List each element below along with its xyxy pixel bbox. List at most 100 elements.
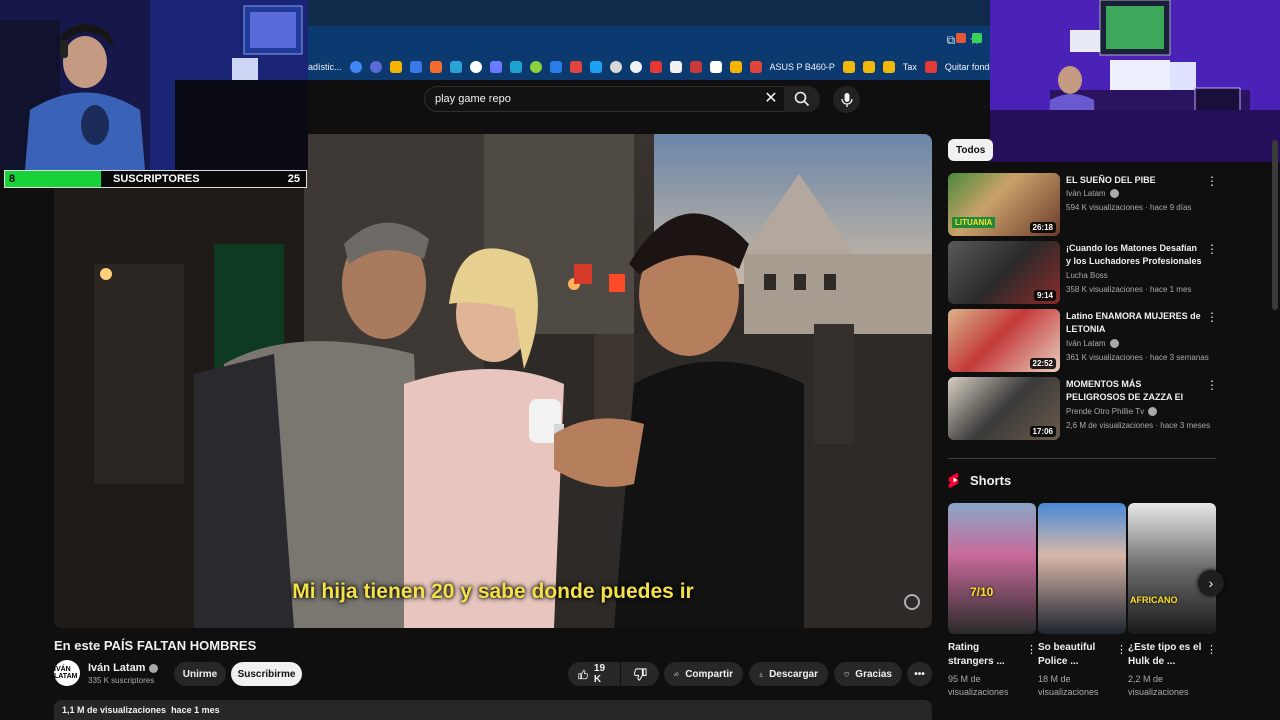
docs-icon[interactable] xyxy=(409,61,422,73)
more-vertical-icon[interactable]: ⋮ xyxy=(1206,311,1218,325)
bookmark-icon[interactable] xyxy=(589,61,602,73)
microphone-icon xyxy=(840,92,853,107)
more-vertical-icon[interactable]: ⋮ xyxy=(1206,379,1218,393)
scrollbar-thumb[interactable] xyxy=(1272,140,1278,310)
subscriber-goal-target: 25 xyxy=(287,173,300,185)
video-thumbnail[interactable]: 9:14 xyxy=(948,241,1060,304)
install-app-icon[interactable]: ⧉ xyxy=(947,33,956,48)
extension-icon[interactable] xyxy=(972,33,982,43)
bookmark-icon[interactable] xyxy=(369,61,382,73)
filter-chip-all[interactable]: Todos xyxy=(948,139,994,161)
google-icon[interactable] xyxy=(349,61,362,73)
dislike-button[interactable] xyxy=(621,662,659,686)
bookmark-icon[interactable] xyxy=(489,61,502,73)
more-actions-button[interactable]: ••• xyxy=(907,662,932,686)
voice-search-button[interactable] xyxy=(833,86,860,113)
search-input[interactable]: play game repo xyxy=(424,86,818,112)
share-label: Compartir xyxy=(685,668,733,680)
video-meta: 594 K visualizaciones · hace 9 días xyxy=(1066,203,1192,212)
download-button[interactable]: Descargar xyxy=(749,662,828,686)
more-vertical-icon[interactable]: ⋮ xyxy=(1206,243,1218,257)
search-query: play game repo xyxy=(435,93,511,105)
video-thumbnail[interactable]: LITUANIA 26:18 xyxy=(948,173,1060,236)
video-player[interactable]: Mi hija tienen 20 y sabe donde puedes ir xyxy=(54,134,932,628)
video-duration: 26:18 xyxy=(1029,222,1056,233)
bookmark-icon[interactable] xyxy=(469,61,482,73)
video-thumbnail[interactable]: 17:06 xyxy=(948,377,1060,440)
bookmark-icon[interactable] xyxy=(709,61,722,73)
shorts-next-button[interactable]: › xyxy=(1198,570,1224,596)
more-vertical-icon[interactable]: ⋮ xyxy=(1206,643,1217,656)
recommended-video[interactable]: 17:06 MOMENTOS MÁS PELIGROSOS DE ZAZZA E… xyxy=(948,377,1218,441)
subscriber-goal-label: SUSCRIPTORES xyxy=(113,173,200,185)
channel-name: Prende Otro Phillie Tv xyxy=(1066,407,1145,416)
bookmark-icon[interactable] xyxy=(549,61,562,73)
video-channel: Iván Latam xyxy=(1066,189,1119,199)
video-subtitle: Mi hija tienen 20 y sabe donde puedes ir xyxy=(292,580,694,603)
short-card[interactable]: 7/10 Rating strangers ... ⋮ 95 M de visu… xyxy=(948,503,1037,697)
short-overlay-text: 7/10 xyxy=(970,585,994,599)
recommended-video[interactable]: 9:14 ¡Cuando los Matones Desafían y los … xyxy=(948,241,1218,305)
bookmark-item[interactable]: ASUS P B460-P xyxy=(770,62,835,72)
extension-icon[interactable] xyxy=(956,33,966,43)
bookmark-icon[interactable] xyxy=(509,61,522,73)
channel-name-link[interactable]: Iván Latam xyxy=(88,662,159,674)
short-thumbnail[interactable]: AFRICANO xyxy=(1128,503,1216,634)
download-icon xyxy=(759,672,763,677)
bookmark-icon[interactable] xyxy=(609,61,622,73)
remove-bg-icon[interactable] xyxy=(924,61,937,73)
binance-icon[interactable] xyxy=(882,61,895,73)
share-button[interactable]: Compartir xyxy=(664,662,743,686)
bookmark-icon[interactable] xyxy=(669,61,682,73)
search-button[interactable] xyxy=(784,86,820,112)
bookmark-icon[interactable] xyxy=(529,61,542,73)
extension-icons xyxy=(956,33,986,47)
description-box[interactable]: 1,1 M de visualizaciones hace 1 mes xyxy=(54,700,932,720)
clear-search-icon[interactable]: ✕ xyxy=(762,88,780,110)
short-title: So beautiful Police ... xyxy=(1038,642,1096,667)
thanks-button[interactable]: Gracias xyxy=(834,662,902,686)
search-icon xyxy=(794,91,810,107)
video-title: EL SUEÑO DEL PIBE xyxy=(1066,175,1156,185)
share-icon xyxy=(674,671,680,677)
more-vertical-icon[interactable]: ⋮ xyxy=(1026,643,1037,656)
channel-watermark-icon[interactable] xyxy=(904,594,920,610)
short-thumbnail[interactable]: 7/10 xyxy=(948,503,1036,634)
like-button[interactable]: 19 K xyxy=(568,662,620,686)
video-duration: 17:06 xyxy=(1029,426,1056,437)
bookmark-icon[interactable] xyxy=(389,61,402,73)
binance-icon[interactable] xyxy=(862,61,875,73)
bookmark-icon[interactable] xyxy=(729,61,742,73)
short-overlay-text: AFRICANO xyxy=(1130,595,1178,605)
bookmark-item[interactable]: Tax xyxy=(903,62,917,72)
join-button[interactable]: Unirme xyxy=(174,662,226,686)
bookmark-icon[interactable] xyxy=(689,61,702,73)
streamer-webcam-right xyxy=(990,0,1280,162)
bookmark-icon[interactable] xyxy=(429,61,442,73)
recommended-video[interactable]: LITUANIA 26:18 EL SUEÑO DEL PIBE Iván La… xyxy=(948,173,1218,237)
bookmark-icon[interactable] xyxy=(449,61,462,73)
recommended-video[interactable]: 22:52 Latino ENAMORA MUJERES de LETONIA … xyxy=(948,309,1218,373)
bookmark-icon[interactable] xyxy=(569,61,582,73)
join-label: Unirme xyxy=(182,668,218,680)
streamer-webcam-left xyxy=(0,0,308,170)
verified-icon xyxy=(1109,189,1119,199)
binance-icon[interactable] xyxy=(842,61,855,73)
more-vertical-icon[interactable]: ⋮ xyxy=(1116,643,1127,656)
bookmark-item[interactable]: adístic... xyxy=(308,62,342,72)
github-icon[interactable] xyxy=(629,61,642,73)
asus-icon[interactable] xyxy=(749,61,762,73)
bookmark-icon[interactable] xyxy=(649,61,662,73)
short-card[interactable]: AFRICANO ¿Este tipo es el Hulk de ... ⋮ … xyxy=(1128,503,1217,697)
video-thumbnail[interactable]: 22:52 xyxy=(948,309,1060,372)
channel-name: Iván Latam xyxy=(1066,339,1106,348)
more-vertical-icon[interactable]: ⋮ xyxy=(1206,175,1218,189)
thumbs-down-icon xyxy=(633,667,647,681)
channel-avatar-text: IVÁN LATAM xyxy=(54,666,78,680)
download-label: Descargar xyxy=(769,668,818,680)
short-thumbnail[interactable] xyxy=(1038,503,1126,634)
channel-name: Iván Latam xyxy=(1066,189,1106,198)
channel-avatar[interactable]: IVÁN LATAM xyxy=(54,660,80,686)
subscribe-button[interactable]: Suscribirme xyxy=(231,662,302,686)
short-card[interactable]: So beautiful Police ... ⋮ 18 M de visual… xyxy=(1038,503,1127,697)
